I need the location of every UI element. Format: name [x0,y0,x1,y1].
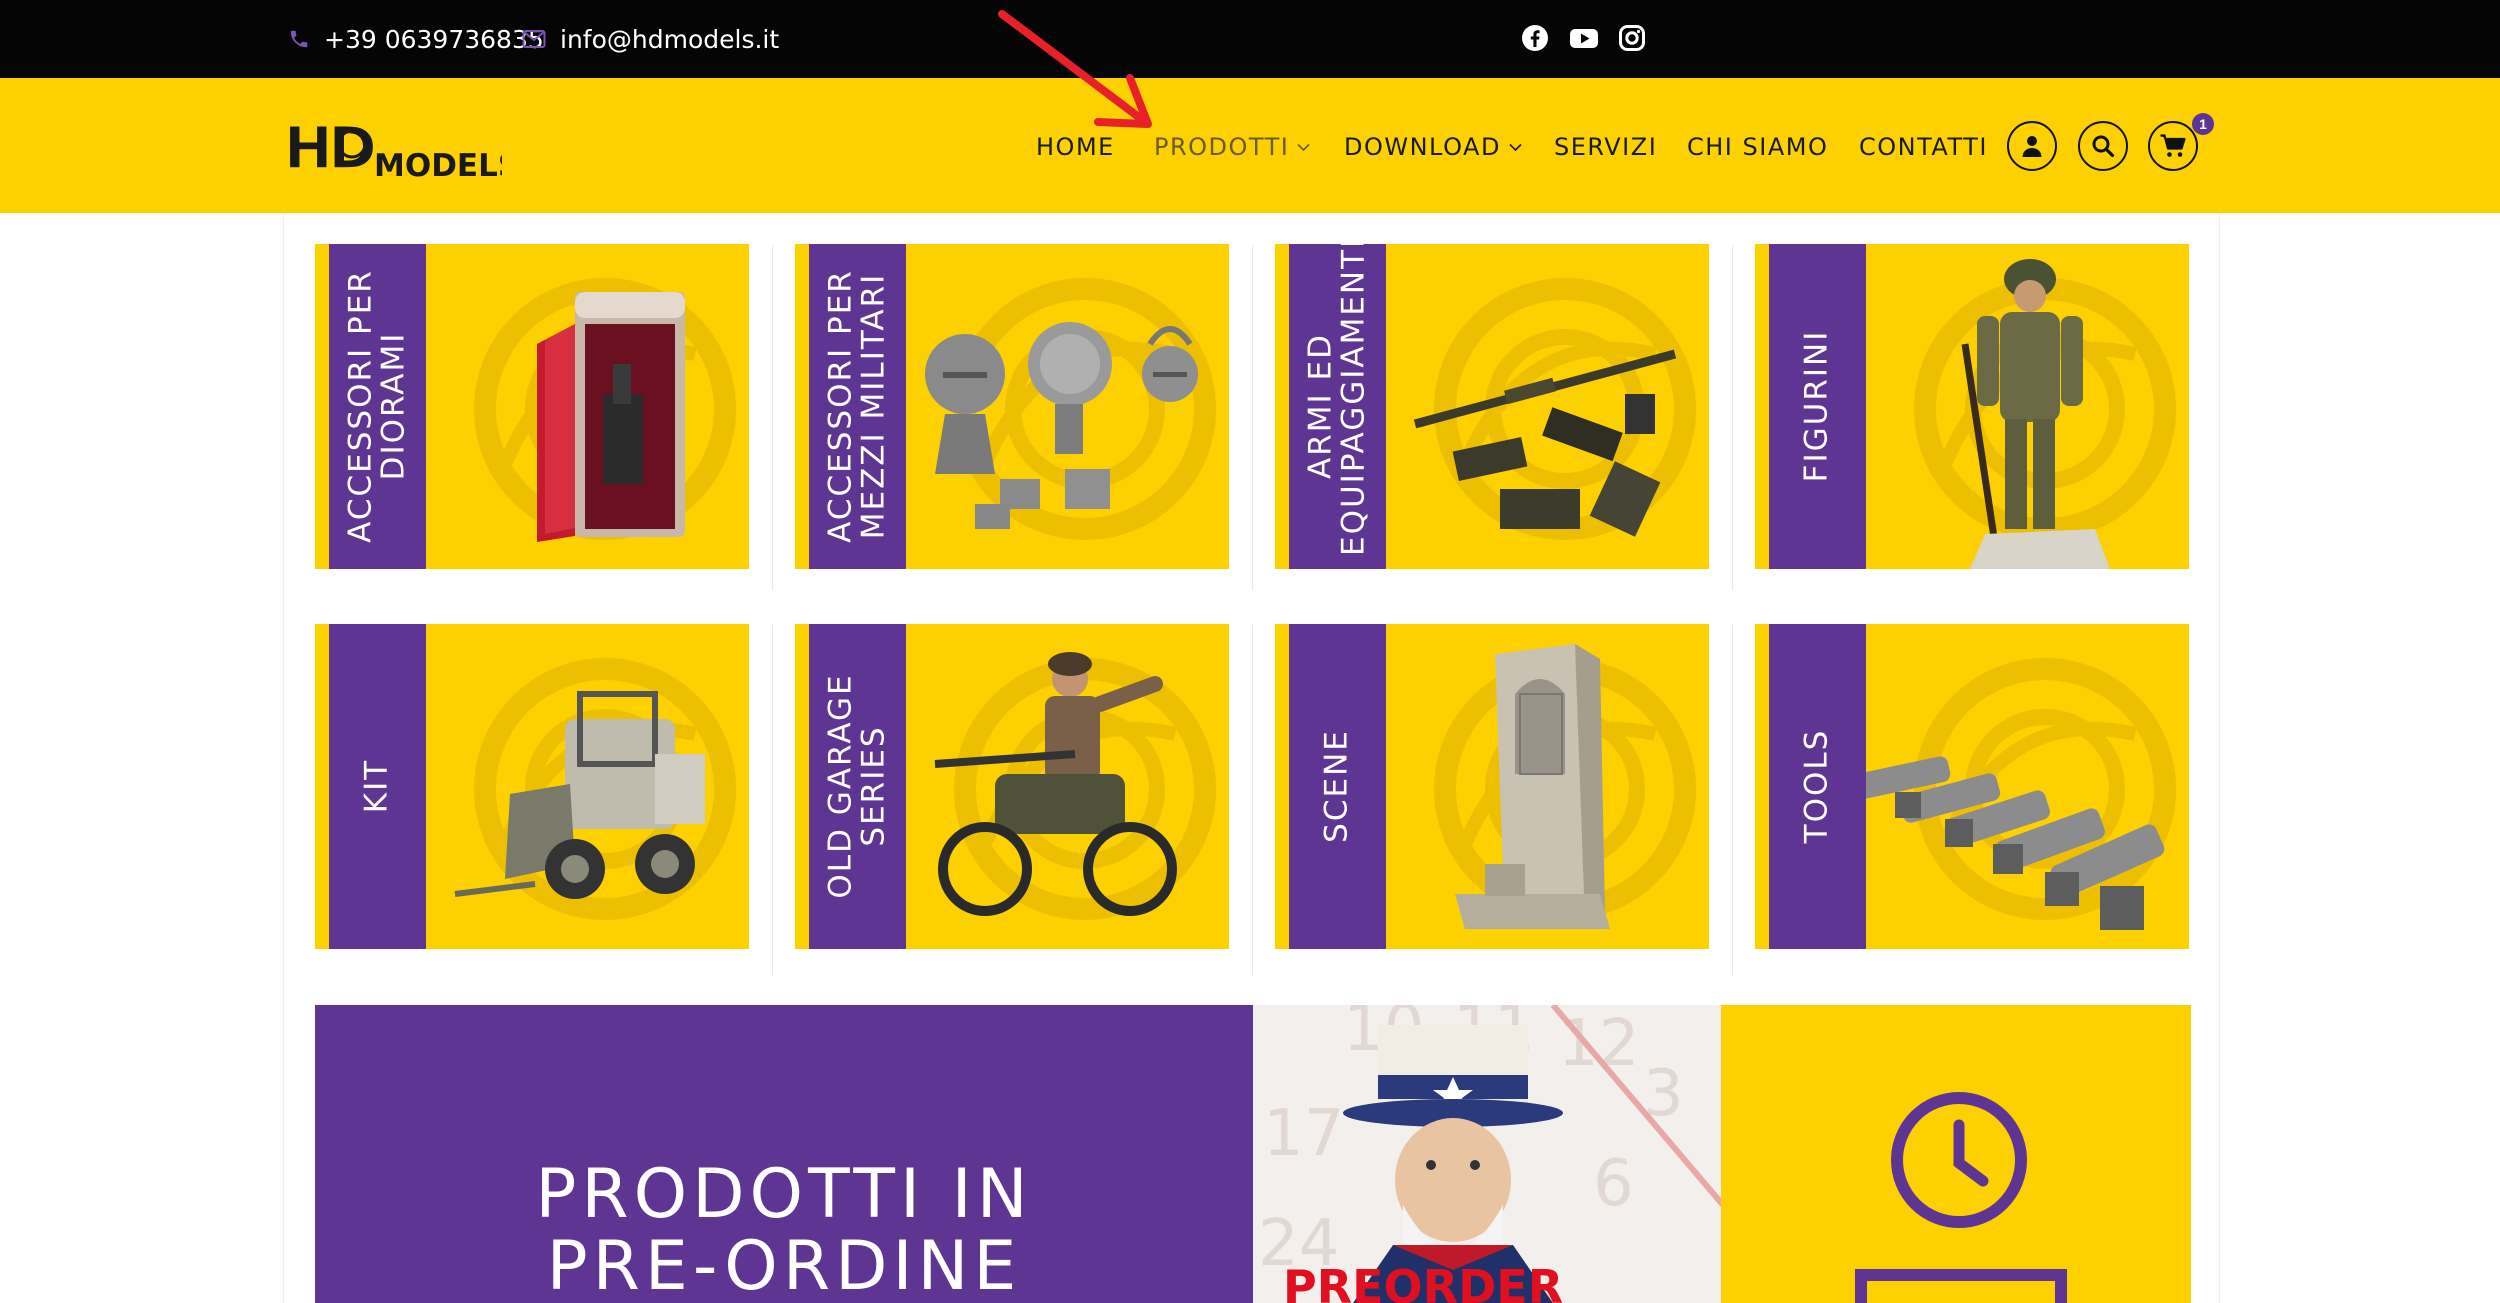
military-headlights-model-icon [925,322,1198,529]
weapons-equipment-model-icon [1413,349,1677,537]
nav-home-label: HOME [1036,133,1115,161]
logo-text: MODELS [374,148,502,178]
search-button[interactable] [2078,121,2128,171]
cart-count-badge: 1 [2192,113,2214,135]
email-address: info@hdmodels.it [560,24,780,54]
nav-servizi[interactable]: SERVIZI [1554,132,1657,162]
uncle-sam-illustration-icon: 10 11 12 17 24 6 3 PREORDER [1258,1005,1721,1303]
category-label: OLD GARAGE SERIES [822,673,891,899]
category-tile-figurini[interactable]: FIGURINI [1755,244,2189,569]
nav-servizi-label: SERVIZI [1554,133,1658,161]
preorder-stamp-text: PREORDER [1283,1260,1563,1303]
hd-logo-icon: HD MODELS [283,113,520,184]
texture-stamp-tools-icon [1865,756,2165,930]
phone-link[interactable]: +39 0639736835 [288,0,544,78]
category-label: ACCESSORI PER MEZZI MILITARI [822,269,891,543]
svg-text:6: 6 [1593,1147,1634,1221]
logo-mark: HD [284,118,375,178]
svg-text:17: 17 [1263,1097,1344,1171]
portable-toilet-model-icon [537,292,685,542]
youtube-icon[interactable] [1569,24,1599,52]
account-button[interactable] [2007,121,2057,171]
column-divider [1732,245,1733,590]
category-tile-accessori-mezzi-militari[interactable]: ACCESSORI PER MEZZI MILITARI [795,244,1229,569]
preorder-icon-banner[interactable] [1721,1005,2191,1303]
column-divider [772,245,773,590]
top-bar: +39 0639736835 info@hdmodels.it [0,0,2500,78]
column-divider [1252,245,1253,590]
nav-chi-siamo-label: CHI SIAMO [1687,133,1829,161]
email-link[interactable]: info@hdmodels.it [522,0,779,78]
nav-download-label: DOWNLOAD [1344,133,1501,161]
nav-download[interactable]: DOWNLOAD [1344,132,1522,162]
envelope-icon [522,30,546,48]
column-divider [1252,625,1253,975]
category-label: KIT [358,758,395,814]
soldier-figure-model-icon [1961,259,2110,569]
column-divider [772,625,773,975]
instagram-icon[interactable] [1618,24,1646,52]
preorder-title-line-1: PRODOTTI IN [535,1155,1033,1234]
category-label: TOOLS [1798,728,1835,844]
cart-icon [2160,134,2186,157]
svg-text:12: 12 [1558,1007,1639,1081]
page: +39 0639736835 info@hdmodels.it HD MODEL… [0,0,2500,1303]
column-divider [1732,625,1733,975]
nav-prodotti-label: PRODOTTI [1154,133,1290,161]
user-icon [2022,136,2042,157]
search-icon [2092,135,2115,158]
nav-home[interactable]: HOME [1036,132,1115,162]
cart-button[interactable] [2148,121,2198,171]
preorder-title-line-2: PRE-ORDINE [546,1227,1022,1303]
category-tile-kit[interactable]: KIT [315,624,749,949]
nav-prodotti[interactable]: PRODOTTI [1154,132,1310,162]
category-tile-tools[interactable]: TOOLS [1755,624,2189,949]
category-tile-accessori-diorami[interactable]: ACCESSORI PER DIORAMI [315,244,749,569]
clock-box-icon [1855,1092,2067,1303]
skid-loader-model-icon [454,691,705,899]
motorcycle-rider-model-icon [934,652,1177,916]
chevron-down-icon [1509,143,1522,151]
nav-contatti-label: CONTATTI [1859,133,1988,161]
category-tile-scene[interactable]: SCENE [1275,624,1709,949]
facebook-icon[interactable] [1521,24,1549,52]
category-tile-armi-equipaggiamenti[interactable]: ARMI ED EQUIPAGGIAMENTI [1275,244,1709,569]
category-label: ACCESSORI PER DIORAMI [342,269,411,543]
phone-number: +39 0639736835 [324,24,544,54]
category-label: FIGURINI [1798,329,1835,483]
chevron-down-icon [1297,143,1310,151]
phone-icon [290,30,308,48]
nav-chi-siamo[interactable]: CHI SIAMO [1687,132,1828,162]
doorway-scene-model-icon [1455,644,1610,929]
category-label: ARMI ED EQUIPAGGIAMENTI [1302,244,1371,556]
nav-contatti[interactable]: CONTATTI [1859,132,1988,162]
category-label: SCENE [1318,729,1355,843]
site-logo[interactable]: HD MODELS [282,113,520,184]
category-tile-old-garage-series[interactable]: OLD GARAGE SERIES [795,624,1229,949]
preorder-banner[interactable]: PRODOTTI IN PRE-ORDINE [315,1005,1253,1303]
uncle-sam-preorder-image[interactable]: 10 11 12 17 24 6 3 PREORDER [1253,1005,1721,1303]
